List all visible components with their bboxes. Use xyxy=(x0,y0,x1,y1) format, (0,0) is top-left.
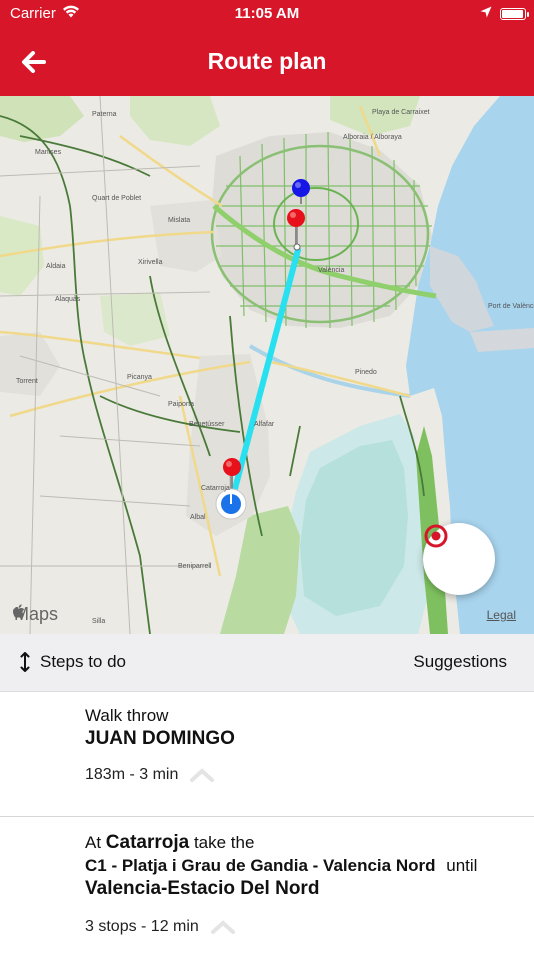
map-place-label: Pinedo xyxy=(355,369,377,376)
step-station-line: At Catarroja take the xyxy=(85,831,514,854)
map-place-label: Paterna xyxy=(92,111,117,118)
map-place-label: Xirivella xyxy=(138,259,163,266)
step-street: JUAN DOMINGO xyxy=(85,728,235,749)
tabs-bar: Steps to do Suggestions xyxy=(0,634,534,692)
status-time: 11:05 AM xyxy=(234,5,300,22)
step-train-content: At Catarroja take the C1 - Platja i Grau… xyxy=(85,831,514,936)
map-place-label: Alaquàs xyxy=(55,296,81,303)
map-place-label: Beniparrell xyxy=(178,563,212,570)
step-destination: Valencia-Estacio Del Nord xyxy=(85,878,320,899)
step-station: Catarroja xyxy=(105,832,190,853)
step-line-row: C1 - Platja i Grau de Gandia - Valencia … xyxy=(85,854,514,877)
step-stops-duration: 3 stops - 12 min xyxy=(85,918,199,935)
status-right xyxy=(480,5,529,22)
target-icon xyxy=(424,524,448,548)
step-line-name: C1 - Platja i Grau de Gandia - Valencia … xyxy=(85,856,436,875)
map-place-label: Aldaia xyxy=(46,263,66,270)
route-map[interactable]: Paterna Manises Quart de Poblet Mislata Alda… xyxy=(0,96,534,634)
tab-steps-label: Steps to do xyxy=(40,652,127,671)
battery-icon xyxy=(500,7,529,20)
step-take-word: take the xyxy=(193,833,255,852)
maps-logo: Maps xyxy=(12,604,58,625)
page-title: Route plan xyxy=(207,48,327,74)
chevron-up-icon xyxy=(210,920,235,934)
map-place-label: Silla xyxy=(92,618,105,625)
step-meta: 3 stops - 12 min xyxy=(85,918,514,936)
nav-bar: Route plan xyxy=(0,28,534,96)
step-duration: 183m - 3 min xyxy=(85,766,179,783)
map-place-label: Paiporta xyxy=(168,401,194,408)
step-until-word: until xyxy=(446,856,478,875)
chevron-up-icon xyxy=(190,768,215,782)
current-location-dot xyxy=(215,488,247,520)
vertical-arrows-icon xyxy=(20,652,30,672)
map-place-label: Benetússer xyxy=(189,421,225,428)
map-place-label: Torrent xyxy=(16,378,38,385)
status-bar: Carrier 11:05 AM xyxy=(0,0,534,28)
tab-steps-to-do[interactable]: Steps to do xyxy=(20,652,126,672)
legal-link[interactable]: Legal xyxy=(487,608,516,622)
map-place-label: Catarroja xyxy=(201,485,230,492)
map-place-label: Albal xyxy=(190,514,206,521)
map-place-label: Mislata xyxy=(168,217,190,224)
map-place-label: Quart de Poblet xyxy=(92,195,141,202)
step-walk-content: Walk throw JUAN DOMINGO 183m - 3 min xyxy=(85,704,514,784)
map-place-label: Playa de Carraixet xyxy=(372,109,430,116)
map-place-label: Port de València xyxy=(488,303,534,310)
step-at-word: At xyxy=(85,833,102,852)
app-header: Carrier 11:05 AM Route plan xyxy=(0,0,534,96)
tab-suggestions[interactable]: Suggestions xyxy=(413,652,507,672)
step-meta: 183m - 3 min xyxy=(85,766,514,784)
step-walk[interactable]: Walk throw JUAN DOMINGO 183m - 3 min xyxy=(0,692,534,817)
location-arrow-icon xyxy=(480,5,492,22)
map-place-label: Picanya xyxy=(127,374,152,381)
step-train[interactable]: At Catarroja take the C1 - Platja i Grau… xyxy=(0,817,534,957)
map-place-label: Manises xyxy=(35,149,62,156)
map-place-label: Alfafar xyxy=(254,421,275,428)
map-place-label: Alboraia / Alboraya xyxy=(343,134,402,141)
step-intro: Walk throw xyxy=(85,706,169,725)
map-place-label: València xyxy=(318,267,344,274)
recenter-button[interactable] xyxy=(423,523,495,595)
